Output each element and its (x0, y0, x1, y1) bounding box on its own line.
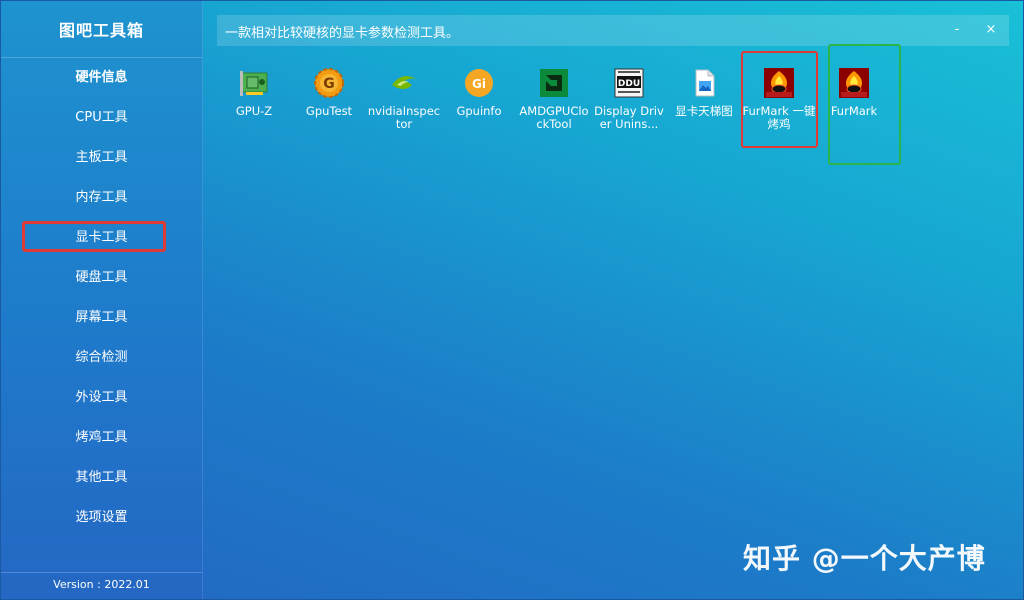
sidebar: 图吧工具箱 硬件信息 CPU工具 主板工具 内存工具 显卡工具 硬盘工具 屏幕工… (1, 1, 203, 599)
tool-label: Gpuinfo (456, 104, 502, 118)
close-button[interactable]: × (981, 20, 1001, 40)
sidebar-item-screen-tools[interactable]: 屏幕工具 (1, 298, 202, 338)
tool-display-driver-uninstaller[interactable]: DDU Display Driver Unins... (592, 67, 666, 131)
sidebar-item-memory-tools[interactable]: 内存工具 (1, 178, 202, 218)
sidebar-divider-bottom (1, 572, 202, 573)
green-annotation-box (828, 44, 901, 165)
nvidia-icon (388, 67, 420, 99)
sidebar-item-comprehensive-test[interactable]: 综合检测 (1, 338, 202, 378)
tool-nvidia-inspector[interactable]: nvidiaInspector (367, 67, 441, 131)
tool-description: 一款相对比较硬核的显卡参数检测工具。 (225, 26, 460, 41)
app-window: 图吧工具箱 硬件信息 CPU工具 主板工具 内存工具 显卡工具 硬盘工具 屏幕工… (0, 0, 1024, 600)
svg-text:Gi: Gi (472, 77, 486, 91)
tool-gpu-z[interactable]: GPU-Z (217, 67, 291, 118)
sidebar-item-disk-tools[interactable]: 硬盘工具 (1, 258, 202, 298)
ddu-icon: DDU (613, 67, 645, 99)
tool-label: AMDGPUClockTool (519, 104, 589, 131)
app-title: 图吧工具箱 (58, 21, 144, 40)
tool-amd-gpu-clock-tool[interactable]: AMDGPUClockTool (517, 67, 591, 131)
tool-gputest[interactable]: G GpuTest (292, 67, 366, 118)
version-label: Version : 2022.01 (53, 578, 150, 591)
svg-text:DDU: DDU (618, 79, 640, 89)
sidebar-item-stress-tools[interactable]: 烤鸡工具 (1, 418, 202, 458)
amd-icon (538, 67, 570, 99)
sidebar-item-motherboard-tools[interactable]: 主板工具 (1, 138, 202, 178)
description-bar: 一款相对比较硬核的显卡参数检测工具。 - × (217, 15, 1009, 46)
svg-text:G: G (323, 76, 335, 92)
tool-label: nvidiaInspector (367, 104, 441, 131)
gpu-card-icon (238, 67, 270, 99)
selected-item-highlight (22, 221, 166, 252)
tool-gpu-ranking-chart[interactable]: 显卡天梯图 (667, 67, 741, 118)
image-file-icon (688, 67, 720, 99)
tool-label: GpuTest (305, 104, 353, 118)
gpu-test-gear-icon: G (313, 67, 345, 99)
minimize-button[interactable]: - (947, 20, 967, 40)
gpuinfo-icon: Gi (463, 67, 495, 99)
tool-label: Display Driver Unins... (594, 104, 664, 131)
tool-label: 显卡天梯图 (675, 104, 733, 118)
sidebar-item-peripheral-tools[interactable]: 外设工具 (1, 378, 202, 418)
red-annotation-box (741, 51, 818, 148)
sidebar-item-other-tools[interactable]: 其他工具 (1, 458, 202, 498)
sidebar-item-settings[interactable]: 选项设置 (1, 498, 202, 538)
tool-label: GPU-Z (235, 104, 273, 118)
tool-gpuinfo[interactable]: Gi Gpuinfo (442, 67, 516, 118)
sidebar-item-hardware-info[interactable]: 硬件信息 (1, 58, 202, 98)
watermark-text: 知乎 @一个大产博 (743, 542, 986, 575)
sidebar-item-cpu-tools[interactable]: CPU工具 (1, 98, 202, 138)
